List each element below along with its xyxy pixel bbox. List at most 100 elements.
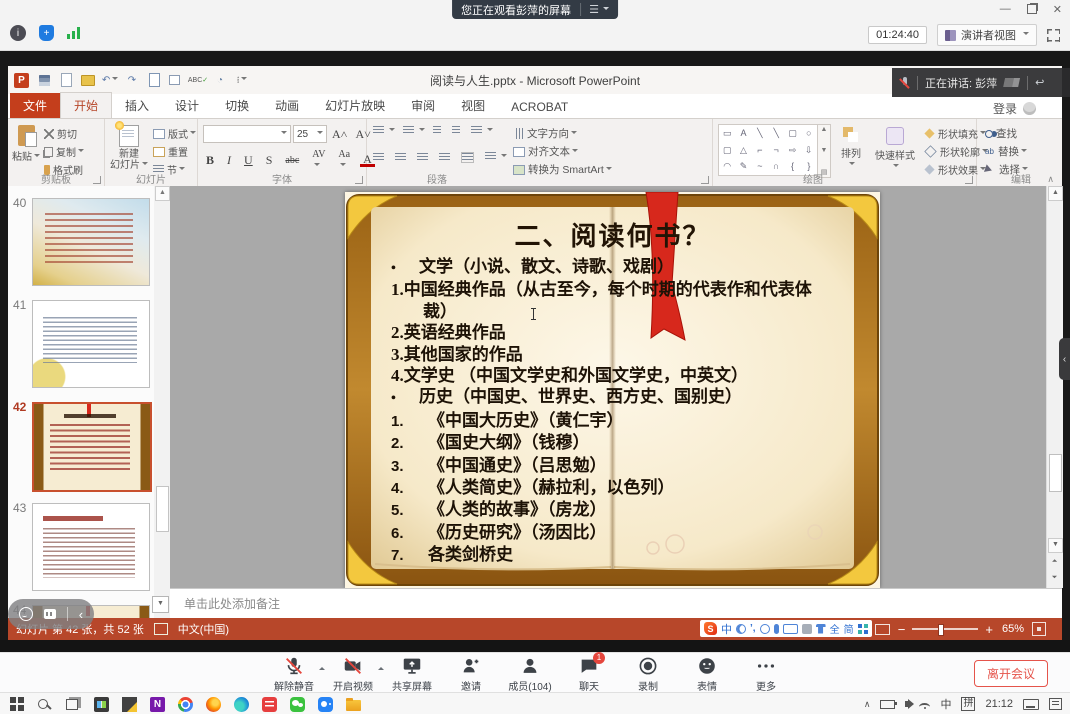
banner-menu-button[interactable]: ☰ [580,3,609,16]
redo-icon[interactable]: ↷ [125,73,139,87]
share-screen-button[interactable]: 共享屏幕 [390,655,434,693]
spellcheck-icon[interactable]: ABC✓ [191,73,205,87]
strikethrough-button[interactable]: abc [282,155,302,166]
edge-icon[interactable] [234,697,249,712]
tray-ime-mode[interactable]: 拼 [961,697,975,711]
align-center-button[interactable] [395,153,406,162]
slide-body-text[interactable]: •文学（小说、散文、诗歌、戏剧） 1.中国经典作品（从古至今，每个时期的代表作和… [391,256,815,567]
start-video-button[interactable]: 开启视频 [331,655,375,693]
font-name-combo[interactable] [203,125,291,143]
side-panel-toggle[interactable]: ‹ [1059,338,1070,380]
fullwidth-indicator[interactable]: 全 [830,621,840,636]
tab-home[interactable]: 开始 [60,92,112,118]
scroll-up-icon[interactable]: ▲ [1048,186,1063,201]
wifi-icon[interactable] [919,703,930,711]
scroll-up-icon[interactable]: ▲ [155,186,170,201]
close-icon[interactable]: ✕ [1053,3,1062,16]
previous-slide-button[interactable]: ⏶ [1048,556,1061,569]
justify-button[interactable] [439,153,450,162]
toolbox-icon[interactable] [802,624,812,634]
chevron-up-icon[interactable] [319,664,325,670]
restore-icon[interactable] [1027,4,1037,14]
unmute-button[interactable]: 解除静音 [272,655,316,693]
keyboard-icon[interactable] [783,624,798,634]
start-button[interactable] [10,697,25,712]
undo-icon[interactable]: ↶ [103,73,117,87]
protect-icon[interactable]: + [39,25,54,41]
bold-button[interactable]: B [203,153,217,168]
bullets-button[interactable] [373,126,395,137]
tab-transitions[interactable]: 切换 [212,93,262,118]
display-settings-icon[interactable] [154,623,168,635]
tab-review[interactable]: 审阅 [398,93,448,118]
zoom-slider-thumb[interactable] [938,624,944,636]
tray-expand-icon[interactable]: ∧ [864,699,871,710]
slideshow-icon[interactable] [169,75,180,85]
change-case-button[interactable]: Aa [335,149,353,171]
slide-scrollbar[interactable]: ▲ ▼ ⏶ ⏷ [1046,186,1063,588]
tray-language[interactable]: 中 [940,696,951,712]
chat-bubble-icon[interactable] [44,609,56,619]
search-icon[interactable] [38,699,48,709]
paragraph-dialog-launcher[interactable] [701,176,709,184]
ime-menu-icon[interactable] [858,624,868,634]
tab-acrobat[interactable]: ACROBAT [498,96,581,118]
shape-gallery[interactable]: ▭A╲╲▢○ ▢△⌐¬⇨⇩ ◠✎~∩{} [718,124,818,176]
sticky-notes-icon[interactable] [122,697,137,712]
tab-design[interactable]: 设计 [162,93,212,118]
firefox-icon[interactable] [206,697,221,712]
thumbnail-slide-42-selected[interactable] [32,402,152,492]
fullscreen-icon[interactable] [1047,29,1060,42]
collapse-ribbon-button[interactable]: ∧ [1047,174,1054,185]
volume-icon[interactable] [905,701,909,707]
ime-toolbar[interactable]: S 中 ’, 全 简 [700,620,872,637]
red-app-icon[interactable] [262,697,277,712]
tab-animations[interactable]: 动画 [262,93,312,118]
cut-button[interactable]: 剪切 [44,126,84,141]
leave-meeting-button[interactable]: 离开会议 [974,660,1048,687]
distribute-button[interactable] [461,152,474,163]
powerpoint-logo-icon[interactable]: P [14,73,29,88]
night-mode-icon[interactable] [736,624,746,634]
align-text-button[interactable]: 对齐文本 [513,144,612,159]
ime-mode[interactable]: 中 [721,621,732,637]
return-icon[interactable]: ↩ [1035,76,1044,89]
share-icon[interactable]: ◔ [213,73,227,87]
notes-pane[interactable]: 单击此处添加备注 [170,588,1062,618]
customize-qat-icon[interactable]: ᎒ [235,73,249,87]
info-icon[interactable]: i [10,25,26,41]
thumbnail-slide-40[interactable] [32,198,150,286]
columns-button[interactable] [485,152,507,163]
notes-collapse-button[interactable]: ▼ [152,596,169,613]
underline-button[interactable]: U [241,153,256,168]
emoji-icon[interactable] [760,624,770,634]
sogou-logo-icon[interactable]: S [704,622,717,635]
character-spacing-button[interactable]: AV [309,149,328,171]
tab-slideshow[interactable]: 幻灯片放映 [312,93,398,118]
new-slide-button[interactable]: 新建幻灯片 [109,119,149,171]
layout-button[interactable]: 版式 [153,126,196,141]
punctuation-icon[interactable]: ’, [750,623,756,634]
scroll-down-icon[interactable]: ▼ [1048,538,1063,553]
sign-in[interactable]: 登录 [993,100,1036,117]
scrollbar-thumb[interactable] [156,486,169,532]
font-dialog-launcher[interactable] [355,176,363,184]
clock[interactable]: 21:12 [985,698,1013,710]
network-signal-icon[interactable] [67,27,81,39]
battery-icon[interactable] [880,700,895,709]
notification-center-icon[interactable] [1049,698,1062,710]
paste-button[interactable]: 粘贴 [12,119,40,163]
collapse-arrow-icon[interactable]: ‹ [79,607,83,622]
line-spacing-button[interactable] [471,126,493,137]
grow-font-button[interactable]: A˄ [329,127,350,142]
new-document-icon[interactable] [61,73,72,87]
find-button[interactable]: 查找 [985,126,1028,141]
meeting-app-icon[interactable] [318,697,333,712]
print-preview-icon[interactable] [149,73,160,87]
mic-muted-icon[interactable] [900,76,910,90]
slide-title[interactable]: 二、阅读何书？ [345,216,880,253]
font-size-combo[interactable]: 25 [293,125,327,143]
decrease-indent-button[interactable] [433,126,444,137]
arrange-button[interactable]: 排列 [841,121,861,168]
more-button[interactable]: 更多 [744,655,788,693]
